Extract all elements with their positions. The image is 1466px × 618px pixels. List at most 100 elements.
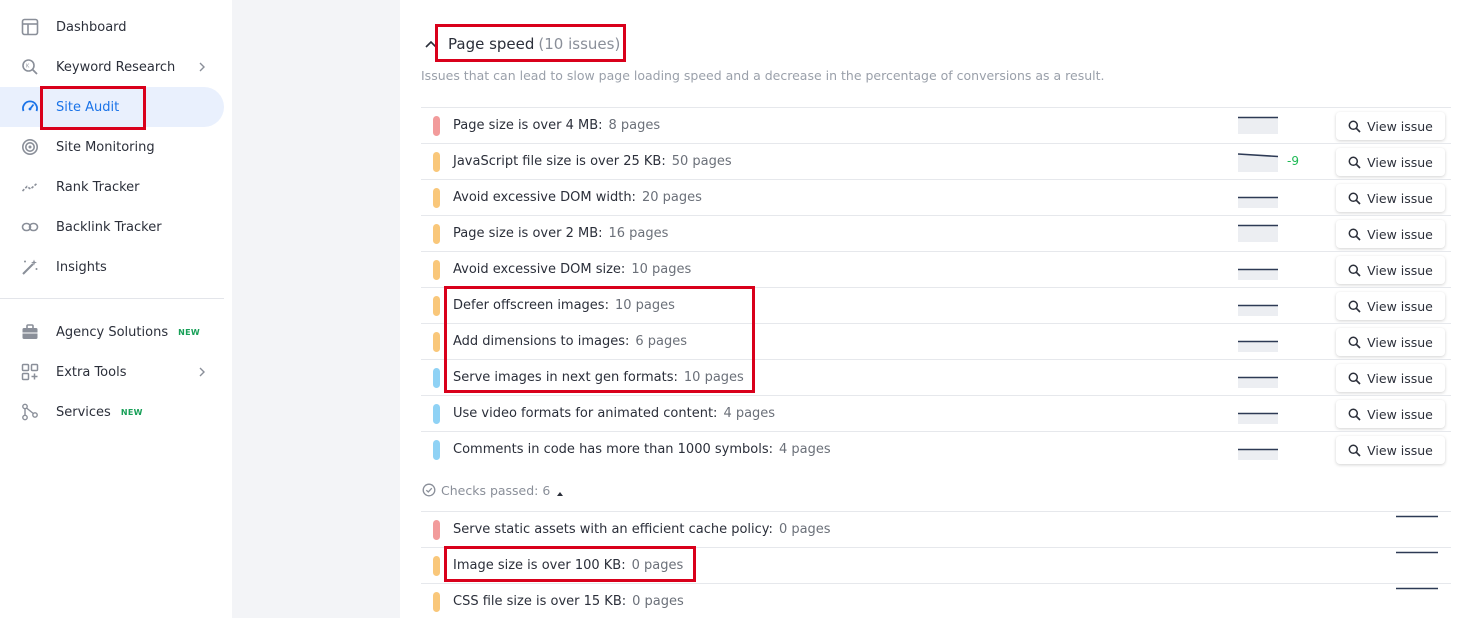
issue-row: JavaScript file size is over 25 KB: 50 pa…: [421, 143, 1451, 179]
svg-text:K: K: [26, 64, 30, 70]
issue-row: Comments in code has more than 1000 symb…: [421, 431, 1451, 467]
severity-indicator: [433, 332, 440, 352]
issue-text: Image size is over 100 KB: 0 pages: [453, 548, 683, 583]
passed-check-row: Image size is over 100 KB: 0 pages: [421, 547, 1451, 583]
issue-text: Add dimensions to images: 6 pages: [453, 324, 687, 359]
new-badge: NEW: [178, 327, 200, 337]
sidebar-item-extra-tools[interactable]: Extra Tools: [0, 352, 224, 392]
issue-pages: 0 pages: [778, 522, 831, 537]
sidebar-item-label: Extra Tools: [56, 364, 127, 380]
magic-wand-icon: [20, 257, 40, 277]
sidebar-item-site-audit[interactable]: Site Audit: [0, 87, 224, 127]
issue-title: Image size is over 100 KB:: [453, 558, 626, 573]
issue-title: Use video formats for animated content:: [453, 406, 718, 421]
issue-pages: 4 pages: [723, 406, 776, 421]
view-issue-button[interactable]: View issue: [1336, 328, 1445, 356]
view-issue-button[interactable]: View issue: [1336, 364, 1445, 392]
new-badge: NEW: [120, 407, 143, 417]
view-issue-button[interactable]: View issue: [1336, 220, 1445, 248]
trend-sparkline: [1396, 587, 1438, 590]
trend-sparkline: [1238, 304, 1278, 316]
sidebar-item-backlink-tracker[interactable]: Backlink Tracker: [0, 207, 224, 247]
sidebar-item-label: Dashboard: [56, 19, 127, 35]
search-icon: [1348, 192, 1361, 205]
view-issue-label: View issue: [1367, 226, 1433, 242]
severity-indicator: [433, 260, 440, 280]
trend-sparkline: [1238, 224, 1278, 242]
view-issue-button[interactable]: View issue: [1336, 148, 1445, 176]
nodes-icon: [20, 402, 40, 422]
issue-row: Defer offscreen images: 10 pages View issu…: [421, 287, 1451, 323]
sidebar-item-label: Site Audit: [56, 99, 120, 115]
trend-sparkline: [1238, 153, 1278, 172]
sidebar-item-rank-tracker[interactable]: Rank Tracker: [0, 167, 224, 207]
issue-row: Page size is over 4 MB: 8 pages View issue: [421, 107, 1451, 143]
issue-title: Defer offscreen images:: [453, 298, 609, 313]
sidebar-item-label: Site Monitoring: [56, 139, 155, 155]
issue-title: Comments in code has more than 1000 symb…: [453, 442, 773, 457]
severity-indicator: [433, 296, 440, 316]
view-issue-button[interactable]: View issue: [1336, 184, 1445, 212]
table-icon: [20, 17, 40, 37]
severity-indicator: [433, 592, 440, 612]
severity-indicator: [433, 152, 440, 172]
trend-sparkline: [1396, 551, 1438, 554]
main-panel: Page speed (10 issues) Issues that can l…: [400, 0, 1466, 618]
severity-indicator: [433, 188, 440, 208]
trend-sparkline: [1238, 340, 1278, 352]
view-issue-button[interactable]: View issue: [1336, 256, 1445, 284]
sidebar-item-keyword-research[interactable]: K Keyword Research: [0, 47, 224, 87]
caret-up-icon: [556, 486, 564, 496]
sidebar-item-insights[interactable]: Insights: [0, 247, 224, 287]
issue-text: Comments in code has more than 1000 symb…: [453, 432, 831, 467]
target-icon: [20, 137, 40, 157]
chevron-right-icon: [194, 59, 210, 75]
issue-pages: 50 pages: [671, 154, 732, 169]
content-gutter: [232, 0, 400, 618]
trend-sparkline: [1238, 196, 1278, 208]
sidebar-divider: [0, 298, 224, 299]
issue-text: Defer offscreen images: 10 pages: [453, 288, 675, 323]
issue-text: Use video formats for animated content: 4…: [453, 396, 775, 431]
search-icon: [1348, 156, 1361, 169]
sidebar-item-site-monitoring[interactable]: Site Monitoring: [0, 127, 224, 167]
chevron-up-icon[interactable]: [424, 37, 438, 51]
issue-list: Page size is over 4 MB: 8 pages View issue…: [421, 107, 1451, 467]
passed-check-row: CSS file size is over 15 KB: 0 pages: [421, 583, 1451, 618]
issue-pages: 0 pages: [632, 594, 684, 609]
view-issue-label: View issue: [1367, 154, 1433, 170]
trend-sparkline: [1238, 116, 1278, 134]
view-issue-button[interactable]: View issue: [1336, 292, 1445, 320]
issue-row: Avoid excessive DOM width: 20 pages View i…: [421, 179, 1451, 215]
issue-title: Serve images in next gen formats:: [453, 370, 678, 385]
view-issue-label: View issue: [1367, 442, 1433, 458]
issue-title: CSS file size is over 15 KB:: [453, 594, 627, 609]
sidebar-item-services[interactable]: Services NEW: [0, 392, 224, 432]
sidebar-item-dashboard[interactable]: Dashboard: [0, 7, 224, 47]
issue-pages: 10 pages: [683, 370, 744, 385]
severity-indicator: [433, 520, 440, 540]
view-issue-label: View issue: [1367, 298, 1433, 314]
view-issue-button[interactable]: View issue: [1336, 400, 1445, 428]
issue-text: Avoid excessive DOM size: 10 pages: [453, 252, 691, 287]
issue-title: Serve static assets with an efficient ca…: [453, 522, 773, 537]
issue-title: Page size is over 2 MB:: [453, 226, 603, 241]
checks-passed-toggle[interactable]: Checks passed: 6: [422, 480, 564, 500]
issue-text: JavaScript file size is over 25 KB: 50 pa…: [453, 144, 732, 179]
trend-delta: -9: [1287, 154, 1299, 168]
view-issue-label: View issue: [1367, 262, 1433, 278]
issue-text: Avoid excessive DOM width: 20 pages: [453, 180, 702, 215]
sidebar-item-label: Backlink Tracker: [56, 219, 162, 235]
search-icon: [1348, 444, 1361, 457]
search-icon: [1348, 300, 1361, 313]
issue-row: Serve images in next gen formats: 10 page…: [421, 359, 1451, 395]
sidebar-item-agency-solutions[interactable]: Agency Solutions NEW: [0, 312, 224, 352]
link-icon: [20, 217, 40, 237]
search-icon: [1348, 408, 1361, 421]
view-issue-button[interactable]: View issue: [1336, 112, 1445, 140]
briefcase-icon: [20, 322, 40, 342]
section-header[interactable]: Page speed (10 issues): [424, 28, 620, 60]
issue-row: Avoid excessive DOM size: 10 pages View is…: [421, 251, 1451, 287]
sidebar-item-label: Keyword Research: [56, 59, 176, 75]
view-issue-button[interactable]: View issue: [1336, 436, 1445, 464]
